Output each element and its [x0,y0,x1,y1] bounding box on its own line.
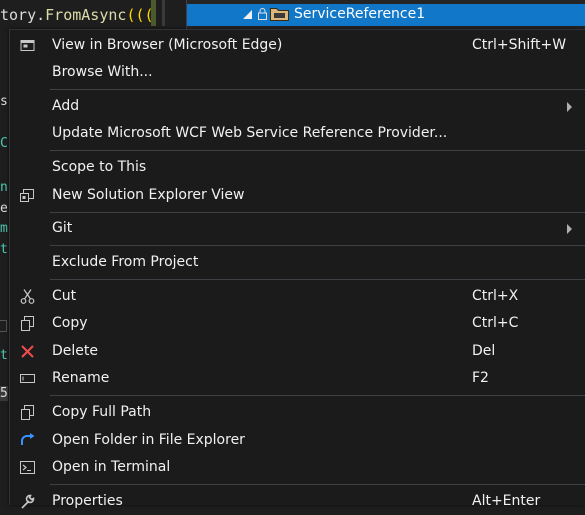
terminal-icon [20,461,35,474]
open-folder-arrow-icon [21,433,35,445]
menu-item-shortcut: F2 [472,370,489,386]
rename-icon [20,374,35,383]
menu-item-browse-with[interactable]: Browse With... [10,59,585,86]
menu-item-label: Open in Terminal [52,459,171,475]
tree-node-service-reference[interactable]: ServiceReference1 [187,4,585,26]
code-edge-fragment: s [0,94,8,109]
code-edge-fragment [0,320,7,332]
menu-item-shortcut: Del [472,343,496,359]
menu-item-label: Delete [52,343,98,359]
menu-item-add[interactable]: Add [10,93,585,120]
menu-item-label: Open Folder in File Explorer [52,432,245,448]
menu-separator [50,484,585,485]
menu-item-label: Copy [52,315,88,331]
code-edge-fragment: 5 [0,386,8,401]
context-menu: View in Browser (Microsoft Edge) Ctrl+Sh… [9,29,585,509]
menu-item-shortcut: Ctrl+C [472,315,519,331]
menu-item-update-wcf-reference[interactable]: Update Microsoft WCF Web Service Referen… [10,120,585,147]
menu-separator [50,150,585,151]
menu-item-cut[interactable]: Cut Ctrl+X [10,283,585,310]
menu-separator [50,89,585,90]
menu-item-delete[interactable]: Delete Del [10,338,585,365]
menu-item-exclude-from-project[interactable]: Exclude From Project [10,249,585,276]
delete-x-icon [21,345,34,358]
code-parens: ((( [126,6,154,24]
menu-item-git[interactable]: Git [10,215,585,242]
menu-item-label: Cut [52,288,77,304]
scissors-icon [20,289,35,304]
code-text: tory. [0,6,46,24]
menu-item-label: Rename [52,370,110,386]
menu-item-label: Copy Full Path [52,404,152,420]
wrench-icon [21,494,35,509]
menu-item-copy-full-path[interactable]: Copy Full Path [10,399,585,426]
menu-item-label: Update Microsoft WCF Web Service Referen… [52,125,448,141]
menu-item-view-in-browser[interactable]: View in Browser (Microsoft Edge) Ctrl+Sh… [10,32,585,59]
editor-scrollbar-edge [162,0,165,26]
copy-full-path-icon [21,405,34,420]
menu-separator [50,212,585,213]
menu-separator [50,279,585,280]
tree-node-label: ServiceReference1 [294,6,426,22]
browser-window-icon [20,40,35,51]
change-indicator-bar [151,0,156,26]
code-edge-fragment: e [0,201,8,216]
menu-item-new-solution-explorer-view[interactable]: New Solution Explorer View [10,182,585,209]
expand-triangle-icon[interactable] [243,10,252,19]
menu-item-open-in-terminal[interactable]: Open in Terminal [10,454,585,481]
menu-item-scope-to-this[interactable]: Scope to This [10,154,585,181]
menu-item-label: Add [52,98,80,114]
menu-item-label: Exclude From Project [52,254,199,270]
code-edge-fragment: t [0,242,8,257]
folder-icon [270,8,289,21]
menu-item-label: New Solution Explorer View [52,187,245,203]
menu-item-open-folder-in-file-explorer[interactable]: Open Folder in File Explorer [10,427,585,454]
menu-item-label: Properties [52,493,123,509]
submenu-arrow-icon [567,224,572,234]
code-edge-fragment: m [0,221,8,236]
menu-item-shortcut: Ctrl+X [472,288,519,304]
menu-separator [50,245,585,246]
menu-separator [50,395,585,396]
menu-item-copy[interactable]: Copy Ctrl+C [10,310,585,337]
menu-item-label: Scope to This [52,159,147,175]
code-function-name: FromAsync [45,6,127,24]
menu-item-properties[interactable]: Properties Alt+Enter [10,488,585,515]
menu-item-rename[interactable]: Rename F2 [10,365,585,392]
menu-item-label: View in Browser (Microsoft Edge) [52,37,283,53]
code-edge-fragment: t [0,348,8,363]
code-edge-fragment: C [0,136,8,151]
new-solution-explorer-view-icon [20,189,34,202]
copy-icon [21,316,34,331]
menu-item-shortcut: Alt+Enter [472,493,541,509]
submenu-arrow-icon [567,102,572,112]
code-line: tory.FromAsync((( [0,6,154,24]
code-edge-fragment: n [0,180,8,195]
menu-item-shortcut: Ctrl+Shift+W [472,37,567,53]
menu-item-label: Browse With... [52,64,153,80]
menu-item-label: Git [52,220,73,236]
lock-icon [258,8,267,20]
